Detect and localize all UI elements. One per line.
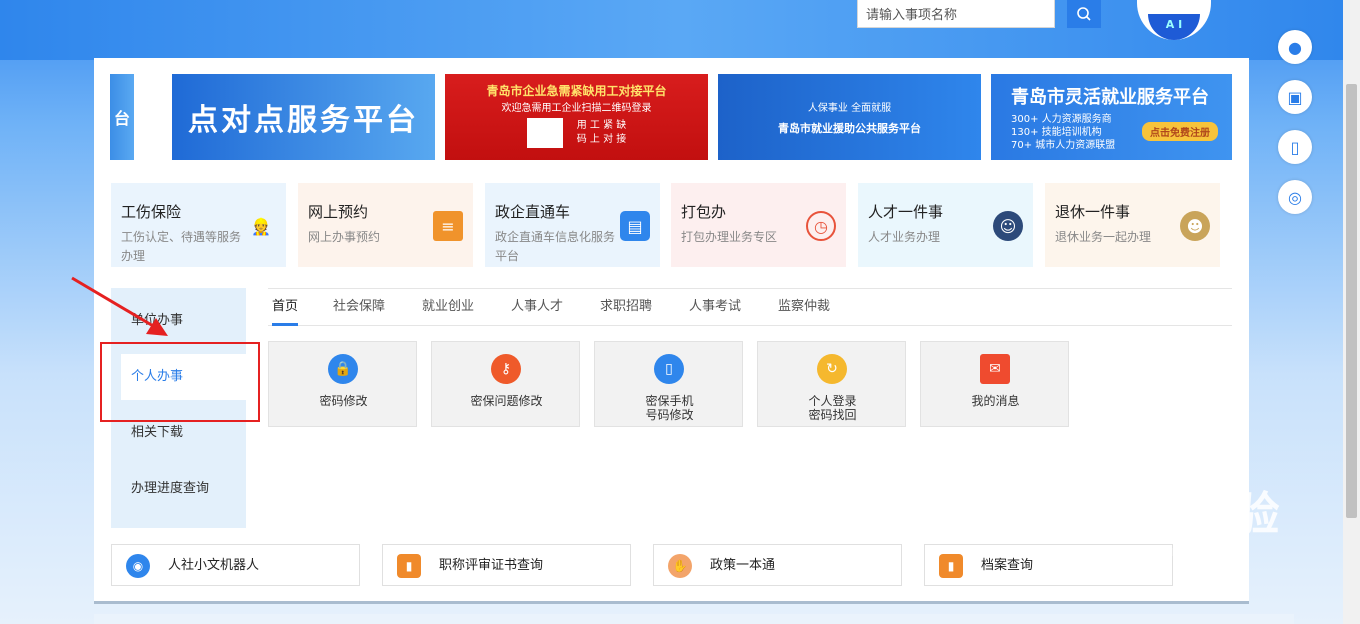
banner-tag-1: 用 工 紧 缺 — [576, 120, 627, 131]
key-icon: ⚷ — [491, 354, 521, 384]
service-label: 密码修改 — [319, 394, 368, 408]
baidu-watermark: Baidu经验 jingyan.baidu.com — [1040, 478, 1280, 560]
service-security-phone[interactable]: ▯ 密保手机 号码修改 — [594, 341, 743, 427]
card-online-booking[interactable]: 网上预约 网上办事预约 ≡ — [298, 183, 473, 267]
quick-link-label: 档案查询 — [981, 558, 1034, 573]
service-security-question[interactable]: ⚷ 密保问题修改 — [431, 341, 580, 427]
envelope-icon: ✉ — [980, 354, 1010, 384]
elderly-person-icon: ☻ — [1180, 211, 1210, 241]
robot-icon: ◉ — [126, 554, 150, 578]
train-icon: ▤ — [620, 211, 650, 241]
service-my-messages[interactable]: ✉ 我的消息 — [920, 341, 1069, 427]
banner-carousel: 台 点对点服务平台 青岛市企业急需紧缺用工对接平台 欢迎急需用工企业扫描二维码登… — [110, 74, 1232, 162]
banner-flexible-title: 青岛市灵活就业服务平台 — [1011, 86, 1209, 108]
banner-employment-aid-text: 青岛市就业援助公共服务平台 — [778, 121, 921, 135]
card-retirement[interactable]: 退休一件事 退休业务一起办理 ☻ — [1045, 183, 1220, 267]
hand-icon: ✋ — [668, 554, 692, 578]
banner-point-service[interactable]: 点对点服务平台 — [172, 74, 435, 160]
person-icon: ☺ — [993, 211, 1023, 241]
certificate-icon: ▮ — [397, 554, 421, 578]
search-button[interactable] — [1067, 0, 1101, 28]
service-password-recovery[interactable]: ↻ 个人登录 密码找回 — [757, 341, 906, 427]
footer-strip — [94, 614, 1294, 624]
card-talent[interactable]: 人才一件事 人才业务办理 ☺ — [858, 183, 1033, 267]
worker-icon: 👷 — [251, 216, 271, 236]
service-label: 个人登录 密码找回 — [808, 394, 857, 422]
message-icon: ≡ — [433, 211, 463, 241]
red-arrow-annotation — [71, 276, 168, 336]
card-desc: 人才业务办理 — [868, 230, 941, 244]
tab-employment[interactable]: 就业创业 — [422, 289, 474, 326]
service-password-change[interactable]: 🔒 密码修改 — [268, 341, 417, 427]
card-desc: 打包办理业务专区 — [681, 230, 778, 244]
tab-social-security[interactable]: 社会保障 — [333, 289, 385, 326]
banner-urgent-hiring[interactable]: 青岛市企业急需紧缺用工对接平台 欢迎急需用工企业扫描二维码登录 用 工 紧 缺 … — [445, 74, 708, 160]
tab-job-seeking[interactable]: 求职招聘 — [600, 289, 652, 326]
register-button[interactable]: 点击免费注册 — [1142, 122, 1218, 141]
archive-icon: ▮ — [939, 554, 963, 578]
banner-flexible-item: 300+ 人力资源服务商 — [1011, 113, 1112, 125]
alarm-clock-icon: ◷ — [806, 211, 836, 241]
wechat-float-button[interactable]: ● — [1278, 30, 1312, 64]
quick-link-robot[interactable]: ◉ 人社小文机器人 — [111, 544, 360, 586]
refresh-lock-icon: ↻ — [817, 354, 847, 384]
category-tabs: 首页 社会保障 就业创业 人事人才 求职招聘 人事考试 监察仲裁 — [268, 288, 1232, 326]
banner-point-service-text: 点对点服务平台 — [188, 103, 419, 138]
mobile-icon: ▯ — [1290, 137, 1300, 157]
service-label: 我的消息 — [971, 394, 1020, 408]
nav-item-progress-query[interactable]: 办理进度查询 — [111, 466, 246, 512]
mobile-float-button[interactable]: ▯ — [1278, 130, 1312, 164]
banner-flexible-item: 70+ 城市人力资源联盟 — [1011, 139, 1116, 151]
card-desc: 网上办事预约 — [308, 230, 381, 244]
card-package[interactable]: 打包办 打包办理业务专区 ◷ — [671, 183, 846, 267]
banner-urgent-hiring-title: 青岛市企业急需紧缺用工对接平台 — [486, 84, 667, 98]
tab-personnel[interactable]: 人事人才 — [511, 289, 563, 326]
video-icon: ▣ — [1287, 87, 1303, 107]
logo-float-button[interactable]: ◎ — [1278, 180, 1312, 214]
banner-employment-aid-logo: 人保事业 全面就服 — [807, 102, 892, 114]
logo-icon: ◎ — [1288, 187, 1302, 207]
watermark-brand: Baidu经验 — [1040, 487, 1280, 541]
tab-exams[interactable]: 人事考试 — [689, 289, 741, 326]
card-gov-enterprise[interactable]: 政企直通车 政企直通车信息化服务平台 ▤ — [485, 183, 660, 267]
qr-code-icon — [526, 118, 563, 148]
search-input[interactable]: 请输入事项名称 — [857, 0, 1055, 28]
search-icon — [1077, 7, 1091, 21]
quick-link-label: 人社小文机器人 — [168, 558, 260, 573]
banner-flexible-employment[interactable]: 青岛市灵活就业服务平台 300+ 人力资源服务商 130+ 技能培训机构 70+… — [991, 74, 1232, 160]
banner-flexible-item: 130+ 技能培训机构 — [1011, 126, 1102, 138]
tab-home[interactable]: 首页 — [272, 289, 299, 326]
tab-arbitration[interactable]: 监察仲裁 — [778, 289, 830, 326]
card-desc: 退休业务一起办理 — [1055, 230, 1152, 244]
divider — [94, 601, 1249, 604]
service-label: 密保问题修改 — [470, 394, 543, 408]
quick-link-label: 职称评审证书查询 — [439, 558, 544, 573]
phone-icon: ▯ — [654, 354, 684, 384]
quick-link-title-certificate[interactable]: ▮ 职称评审证书查询 — [382, 544, 631, 586]
card-desc: 政企直通车信息化服务平台 — [495, 230, 616, 263]
banner-urgent-hiring-sub: 欢迎急需用工企业扫描二维码登录 — [501, 103, 652, 114]
quick-link-policy[interactable]: ✋ 政策一本通 — [653, 544, 902, 586]
service-label: 密保手机 号码修改 — [645, 394, 694, 422]
banner-employment-aid[interactable]: 人保事业 全面就服 青岛市就业援助公共服务平台 — [718, 74, 981, 160]
watermark-url: jingyan.baidu.com — [1040, 544, 1187, 560]
video-float-button[interactable]: ▣ — [1278, 80, 1312, 114]
scrollbar-thumb[interactable] — [1346, 84, 1357, 518]
lock-icon: 🔒 — [328, 354, 358, 384]
quick-link-label: 政策一本通 — [710, 558, 776, 573]
banner-tag-2: 码 上 对 接 — [576, 134, 627, 145]
wechat-icon: ● — [1288, 37, 1302, 57]
